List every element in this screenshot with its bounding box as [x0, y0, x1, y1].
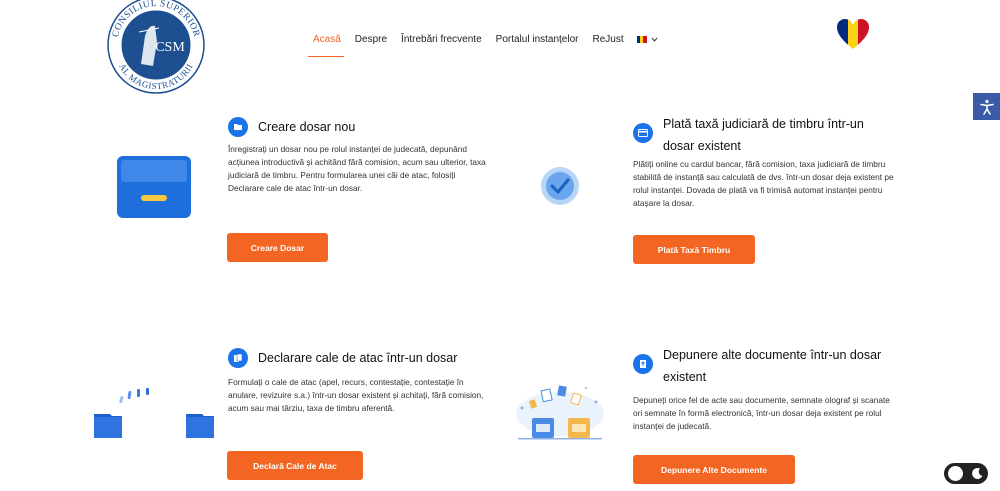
chevron-down-icon: [651, 37, 657, 42]
card-title-text: Creare dosar nou: [258, 120, 356, 134]
romania-heart-icon: [836, 18, 870, 50]
folder-icon: [228, 117, 248, 137]
nav-item-portal[interactable]: Portalul instanțelor: [489, 32, 586, 47]
documents-icon: [228, 348, 248, 368]
card-text-creare: Înregistrați un dosar nou pe rolul insta…: [228, 144, 486, 193]
csm-logo[interactable]: CONSILIUL SUPERIOR AL MAGISTRATURII CSM: [103, 0, 209, 98]
upload-document-icon: [633, 354, 653, 374]
logo-abbr: CSM: [155, 40, 185, 55]
folder-illustration: [117, 156, 191, 218]
declara-cale-atac-button[interactable]: Declară Cale de Atac: [227, 451, 363, 480]
accessibility-icon: [979, 99, 994, 115]
card-title-creare: Creare dosar nou: [228, 116, 548, 138]
transfer-illustration: [92, 386, 222, 438]
card-icon: [633, 123, 653, 143]
moon-icon: [972, 467, 983, 479]
depunere-documente-button[interactable]: Depunere Alte Documente: [633, 455, 795, 484]
card-text-plata: Plătiți online cu cardul bancar, fără co…: [633, 159, 894, 208]
card-title-text: Depunere alte documente într-un dosar ex…: [663, 348, 882, 384]
card-title-plata: Plată taxă judiciară de timbru într-un d…: [633, 113, 883, 157]
check-illustration: [540, 166, 580, 206]
card-text-depunere: Depuneți orice fel de acte sau documente…: [633, 395, 890, 431]
nav-item-acasa[interactable]: Acasă: [306, 32, 348, 57]
card-title-text: Plată taxă judiciară de timbru într-un d…: [663, 117, 864, 153]
card-title-depunere: Depunere alte documente într-un dosar ex…: [633, 344, 883, 388]
card-title-cale-atac: Declarare cale de atac într-un dosar: [228, 347, 528, 369]
accessibility-button[interactable]: [973, 93, 1000, 120]
upload-illustration: [512, 380, 608, 440]
creare-dosar-button[interactable]: Creare Dosar: [227, 233, 328, 262]
csm-seal-icon: CONSILIUL SUPERIOR AL MAGISTRATURII CSM: [107, 0, 205, 94]
plata-taxa-button[interactable]: Plată Taxă Timbru: [633, 235, 755, 264]
dark-mode-toggle[interactable]: [944, 463, 988, 484]
nav-item-intrebari[interactable]: Întrebări frecvente: [394, 32, 489, 47]
toggle-knob: [948, 466, 963, 481]
card-text-cale-atac: Formulați o cale de atac (apel, recurs, …: [228, 377, 484, 413]
nav-item-despre[interactable]: Despre: [348, 32, 394, 47]
nav-item-rejust[interactable]: ReJust: [585, 32, 630, 47]
romanian-flag-icon: [636, 36, 647, 43]
language-selector[interactable]: [631, 34, 664, 45]
main-nav: Acasă Despre Întrebări frecvente Portalu…: [306, 32, 664, 57]
card-title-text: Declarare cale de atac într-un dosar: [258, 351, 458, 365]
